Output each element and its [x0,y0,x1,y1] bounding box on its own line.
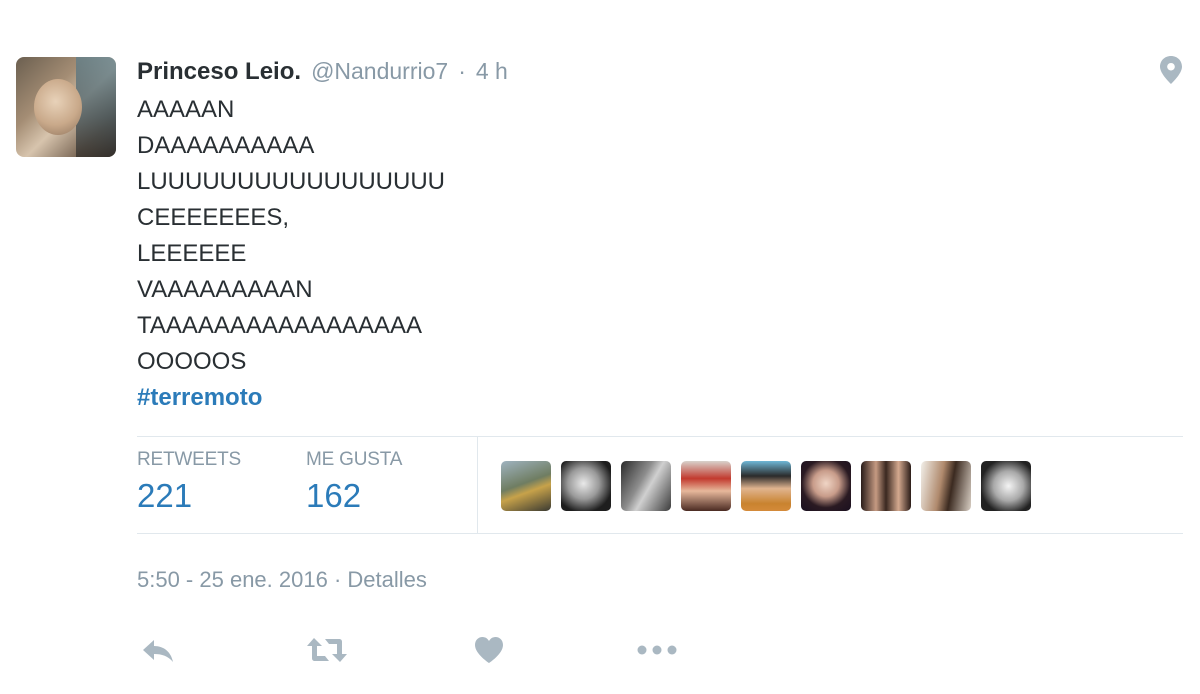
like-button[interactable] [473,632,505,668]
retweets-label: RETWEETS [137,449,241,470]
tweet-text-line: AAAAAN [137,96,235,123]
tweet-header: Princeso Leio. @Nandurrio7 · 4 h [137,58,508,88]
tweet-text-line: CEEEEEEES, [137,204,290,231]
tweet-timestamp: 5:50 - 25 ene. 2016 · Detalles [137,567,427,593]
stats-bottom-divider [137,533,1183,534]
liker-avatar[interactable] [681,461,731,511]
author-handle[interactable]: @Nandurrio7 [311,58,448,85]
retweet-button[interactable] [305,632,349,668]
reply-icon [143,640,173,662]
stats-top-divider [137,436,1183,437]
likes-stat[interactable]: ME GUSTA 162 [306,449,402,515]
tweet-text-line: LUUUUUUUUUUUUUUUUU [137,168,445,195]
tweet-text-line: TAAAAAAAAAAAAAAAAA [137,312,423,339]
author-avatar[interactable] [16,57,116,157]
liker-avatar[interactable] [921,461,971,511]
hashtag-link[interactable]: #terremoto [137,380,445,416]
tweet-datetime[interactable]: 5:50 - 25 ene. 2016 [137,567,328,592]
retweets-stat[interactable]: RETWEETS 221 [137,449,241,515]
avatar-background [76,57,116,157]
liker-avatar[interactable] [981,461,1031,511]
details-link[interactable]: Detalles [347,567,426,592]
tweet-text-line: OOOOOS [137,348,247,375]
tweet-text: AAAAAN DAAAAAAAAAA LUUUUUUUUUUUUUUUUU CE… [137,92,445,416]
tweet-text-line: LEEEEEE [137,240,247,267]
liker-avatar[interactable] [561,461,611,511]
liker-avatar[interactable] [741,461,791,511]
more-icon [637,645,677,655]
map-pin-icon[interactable] [1158,55,1184,85]
retweet-icon [307,638,347,662]
likes-count: 162 [306,477,362,514]
stats-vertical-divider [477,437,478,533]
likes-label: ME GUSTA [306,449,403,470]
liker-avatar[interactable] [621,461,671,511]
liker-avatar[interactable] [501,461,551,511]
tweet-actions [0,632,1200,668]
heart-icon [475,637,503,663]
avatar-face [34,79,82,135]
liker-avatar[interactable] [801,461,851,511]
timestamp-separator: · [333,567,342,592]
tweet-text-line: DAAAAAAAAAA [137,132,315,159]
retweets-count: 221 [137,477,193,514]
tweet-text-line: VAAAAAAAAAN [137,276,313,303]
tweet-time[interactable]: 4 h [476,58,508,85]
more-button[interactable] [636,632,678,668]
reply-button[interactable] [140,632,176,668]
liker-avatar[interactable] [861,461,911,511]
header-separator: · [458,58,466,84]
likers-avatars [501,461,1031,511]
author-name[interactable]: Princeso Leio. [137,58,301,86]
